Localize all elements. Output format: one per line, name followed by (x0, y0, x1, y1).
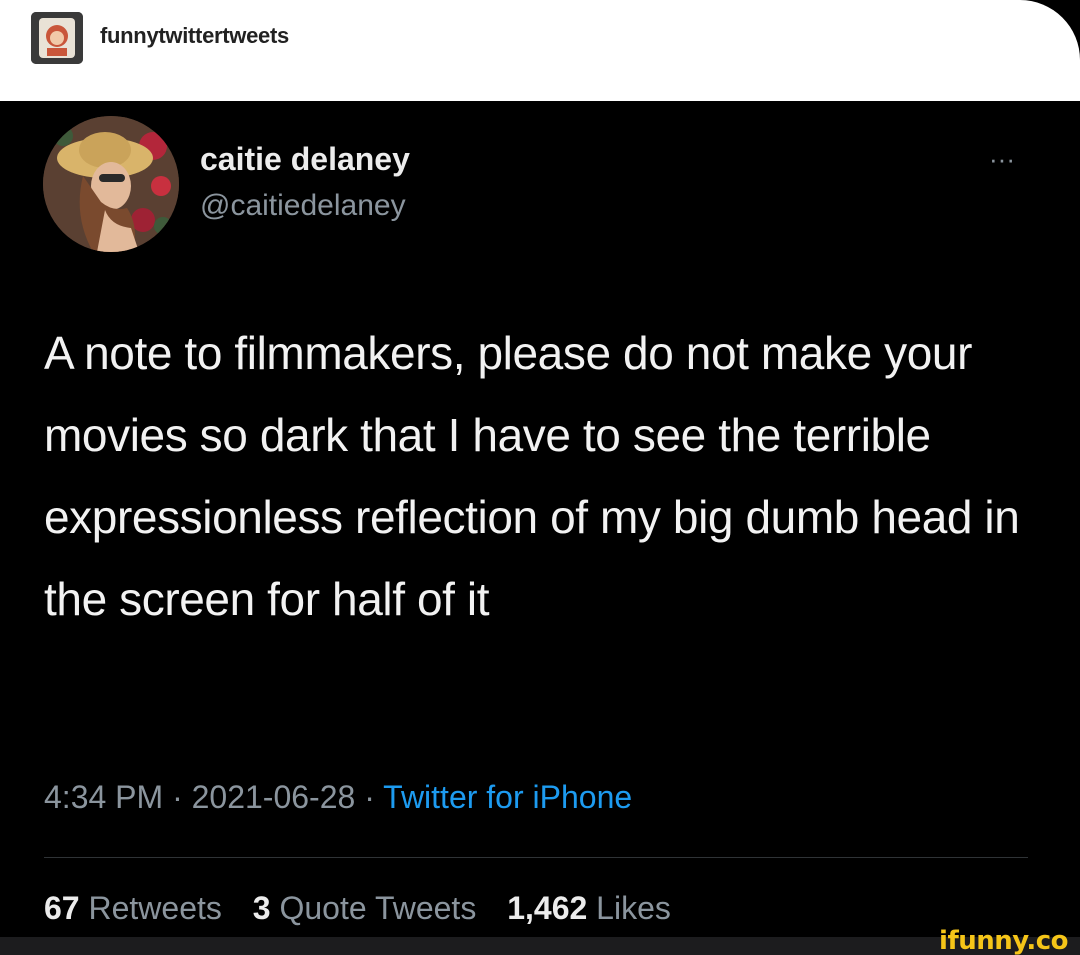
likes-stat[interactable]: 1,462 Likes (507, 890, 671, 926)
bottom-bar (0, 937, 1080, 955)
ifunny-watermark: ifunny.co (939, 926, 1068, 955)
post-header: funnytwittertweets (0, 0, 1080, 101)
tweet-source-link[interactable]: Twitter for iPhone (383, 779, 632, 815)
retweets-label: Retweets (88, 890, 222, 926)
meta-separator: · (355, 779, 384, 815)
user-avatar[interactable] (43, 116, 179, 252)
quote-tweets-count: 3 (252, 890, 271, 926)
user-handle[interactable]: @caitiedelaney (200, 189, 406, 223)
retweets-count: 67 (44, 890, 80, 926)
retweets-stat[interactable]: 67 Retweets (44, 890, 222, 926)
more-options-icon[interactable]: ··· (980, 146, 1024, 172)
divider (44, 857, 1028, 858)
blog-avatar[interactable] (31, 12, 83, 64)
user-avatar-image (43, 116, 179, 252)
meta-separator: · (163, 779, 192, 815)
tweet-metadata: 4:34 PM · 2021-06-28 · Twitter for iPhon… (44, 779, 632, 816)
likes-label: Likes (596, 890, 671, 926)
likes-count: 1,462 (507, 890, 588, 926)
tweet-card: caitie delaney @caitiedelaney ··· A note… (0, 101, 1080, 937)
tweet-text: A note to filmmakers, please do not make… (44, 327, 1020, 625)
tweet-time[interactable]: 4:34 PM (44, 779, 163, 815)
tweet-stats: 67 Retweets 3 Quote Tweets 1,462 Likes (44, 890, 693, 927)
quote-tweets-label: Quote Tweets (279, 890, 477, 926)
blog-name[interactable]: funnytwittertweets (100, 23, 289, 49)
display-name[interactable]: caitie delaney (200, 141, 410, 178)
tweet-date[interactable]: 2021-06-28 (192, 779, 356, 815)
screenshot-frame: funnytwittertweets caitie delaney @caiti… (0, 0, 1080, 955)
blog-avatar-image (31, 12, 83, 64)
quote-tweets-stat[interactable]: 3 Quote Tweets (253, 890, 477, 926)
